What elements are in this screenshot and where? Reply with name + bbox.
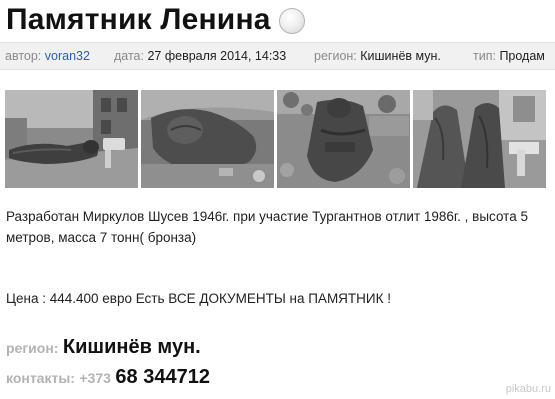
status-circle-icon: [278, 8, 305, 34]
type-label: тип:: [473, 49, 496, 63]
author-label: автор:: [5, 49, 42, 63]
toppled-statue-photo: [5, 90, 138, 188]
watermark: pikabu.ru: [505, 383, 551, 395]
meta-author: автор: voran32: [5, 49, 90, 63]
phone-number[interactable]: 68 344712: [115, 366, 210, 388]
date-label: дата:: [114, 49, 144, 63]
region-big-value: Кишинёв мун.: [62, 336, 201, 358]
photo-1[interactable]: [5, 90, 138, 188]
region-label: регион:: [314, 49, 357, 63]
statue-head-photo: [141, 90, 274, 188]
photo-3[interactable]: [277, 90, 410, 188]
meta-date: дата: 27 февраля 2014, 14:33: [114, 49, 286, 63]
statue-torso-photo: [277, 90, 410, 188]
page-title: Памятник Ленина: [6, 3, 271, 36]
price-text: Цена : 444.400 евро Есть ВСЕ ДОКУМЕНТЫ н…: [6, 291, 392, 306]
region-row: регион: Кишинёв мун.: [6, 336, 201, 359]
contacts-row: контакты: +373 68 344712: [6, 366, 210, 389]
meta-type: тип: Продам: [473, 49, 545, 63]
photo-2[interactable]: [141, 90, 274, 188]
type-value: Продам: [499, 49, 545, 63]
statue-legs-photo: [413, 90, 546, 188]
phone-prefix: +373: [79, 370, 111, 386]
contacts-label: контакты:: [6, 370, 75, 386]
region-big-label: регион:: [6, 340, 59, 356]
title-row: Памятник Ленина: [6, 0, 305, 40]
author-link[interactable]: voran32: [45, 49, 90, 63]
photo-4[interactable]: [413, 90, 546, 188]
meta-region: регион: Кишинёв мун.: [314, 49, 441, 63]
date-value: 27 февраля 2014, 14:33: [147, 49, 287, 63]
description-text: Разработан Миркулов Шусев 1946г. при уча…: [6, 209, 528, 245]
meta-bar: автор: voran32 дата: 27 февраля 2014, 14…: [0, 42, 555, 70]
region-value: Кишинёв мун.: [360, 49, 441, 63]
